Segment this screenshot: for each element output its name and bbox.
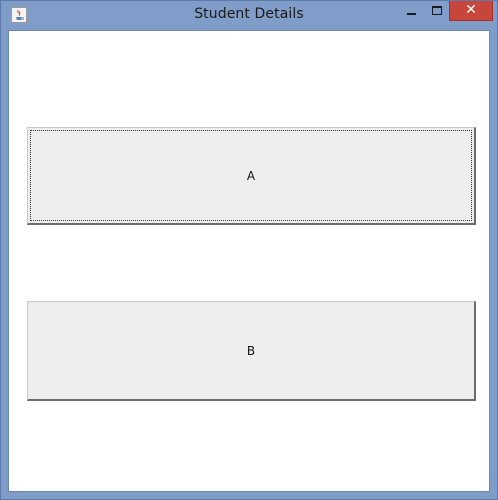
close-icon: ✕ — [465, 2, 477, 18]
button-a[interactable]: A — [27, 127, 476, 225]
button-b[interactable]: B — [27, 301, 476, 401]
title-bar[interactable]: Student Details ✕ — [1, 1, 497, 30]
minimize-icon — [407, 13, 416, 15]
button-b-label: B — [246, 343, 256, 358]
close-button[interactable]: ✕ — [449, 1, 493, 21]
app-window: Student Details ✕ A B — [0, 0, 498, 500]
maximize-icon — [432, 6, 442, 15]
content-panel: A B — [8, 30, 490, 492]
maximize-button[interactable] — [425, 1, 449, 21]
minimize-button[interactable] — [399, 1, 425, 21]
button-a-label: A — [246, 168, 256, 183]
